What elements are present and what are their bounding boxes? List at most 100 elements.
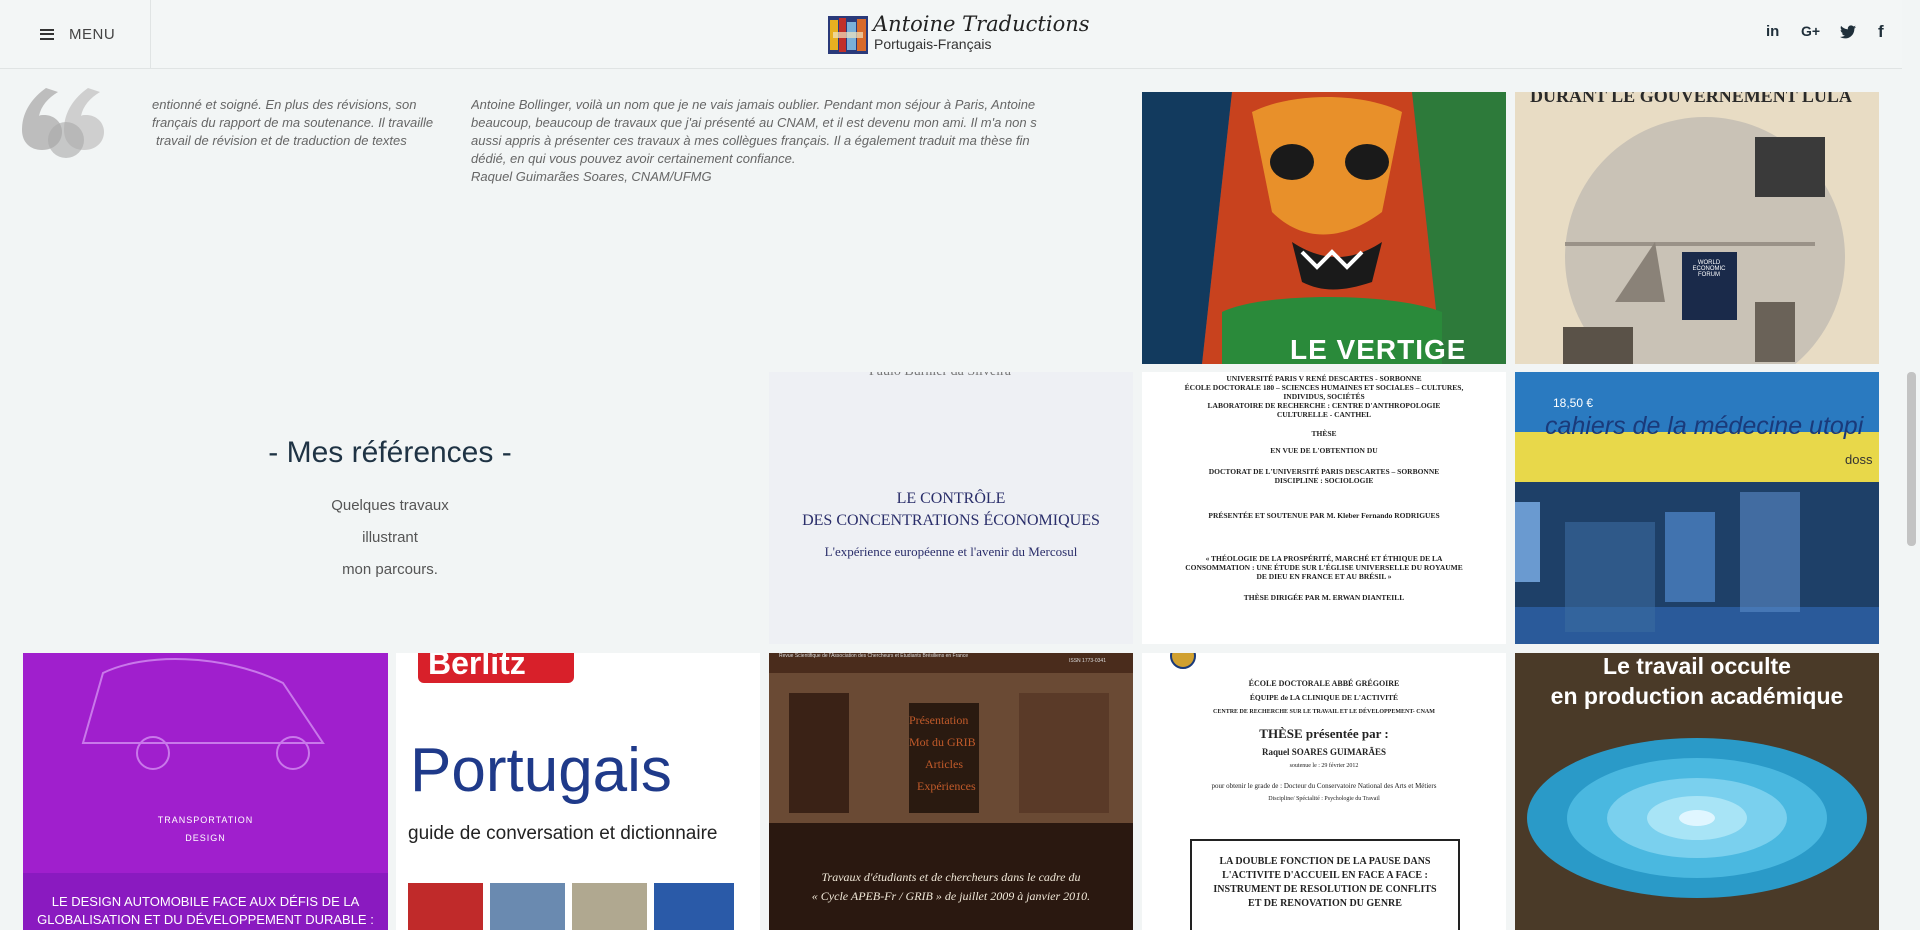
twitter-icon[interactable] bbox=[1840, 25, 1856, 39]
cahiers-tag: doss bbox=[1845, 452, 1873, 467]
these-box-line: LA DOUBLE FONCTION DE LA PAUSE DANS bbox=[1219, 856, 1431, 867]
travail-title: Le travail occulte en production académi… bbox=[1515, 653, 1879, 711]
these-line: CENTRE DE RECHERCHE SUR LE TRAVAIL ET LE… bbox=[1213, 709, 1435, 715]
testimonial-1: entionné et soigné. En plus des révision… bbox=[152, 96, 462, 156]
apeb-caption-line: Travaux d'étudiants et de chercheurs dan… bbox=[821, 870, 1081, 884]
reference-tile-cahiers[interactable]: 18,50 € cahiers de la médecine utopi dos… bbox=[1515, 372, 1879, 644]
design-label-line: DESIGN bbox=[185, 833, 226, 843]
these-line: CONSOMMATION : UNE ÉTUDE SUR L'ÉGLISE UN… bbox=[1185, 563, 1463, 572]
these-line: PRÉSENTÉE ET SOUTENUE PAR M. Kleber Fern… bbox=[1208, 511, 1440, 520]
these-box-line: L'ACTIVITE D'ACCUEIL EN FACE A FACE : bbox=[1222, 870, 1428, 881]
these-line: LABORATOIRE DE RECHERCHE : CENTRE D'ANTH… bbox=[1207, 401, 1441, 410]
reference-tile-berlitz[interactable]: Berlitz Portugais guide de conversation … bbox=[396, 653, 760, 930]
menu-label: MENU bbox=[69, 25, 116, 43]
apeb-header: Revue Scientifique de l'Association des … bbox=[779, 653, 969, 659]
these-line: DOCTORAT DE L'UNIVERSITÉ PARIS DESCARTES… bbox=[1208, 467, 1440, 476]
linkedin-icon[interactable]: in bbox=[1766, 23, 1779, 40]
testimonial-line: entionné et soigné. En plus des révision… bbox=[152, 97, 417, 112]
testimonial-line: Antoine Bollinger, voilà un nom que je n… bbox=[471, 97, 1036, 112]
these-line: EN VUE DE L'OBTENTION DU bbox=[1270, 446, 1378, 455]
apeb-issn: ISSN 1773-0341 bbox=[1069, 658, 1106, 664]
these-guimaraes-box: LA DOUBLE FONCTION DE LA PAUSE DANS L'AC… bbox=[1190, 839, 1460, 930]
design-cover-image bbox=[23, 653, 388, 930]
lula-cover-image bbox=[1515, 92, 1879, 364]
page-scrollbar[interactable] bbox=[1902, 0, 1920, 930]
travail-title-line: Le travail occulte bbox=[1603, 653, 1791, 679]
testimonial-line: travail de révision et de traduction de … bbox=[156, 133, 407, 148]
these-line: CULTURELLE - CANTHEL bbox=[1276, 410, 1372, 419]
apeb-menu: Présentation Mot du GRIB Articles Expéri… bbox=[909, 709, 976, 797]
controle-title-line: DES CONCENTRATIONS ÉCONOMIQUES bbox=[802, 512, 1100, 529]
these-box-line: ET DE RENOVATION DU GENRE bbox=[1248, 898, 1402, 909]
apeb-menu-item[interactable]: Présentation bbox=[909, 709, 976, 731]
references-description: Quelques travaux illustrant mon parcours… bbox=[290, 490, 490, 586]
testimonial-line: français du rapport de ma soutenance. Il… bbox=[152, 115, 434, 130]
controle-title: LE CONTRÔLE DES CONCENTRATIONS ÉCONOMIQU… bbox=[769, 488, 1133, 532]
reference-tile-these-rodrigues[interactable]: UNIVERSITÉ PARIS V RENÉ DESCARTES - SORB… bbox=[1142, 372, 1506, 644]
berlitz-title: Portugais bbox=[410, 736, 672, 805]
hamburger-icon bbox=[40, 28, 54, 40]
these-line: UNIVERSITÉ PARIS V RENÉ DESCARTES - SORB… bbox=[1226, 374, 1422, 383]
scrollbar-thumb[interactable] bbox=[1907, 372, 1916, 546]
site-logo[interactable]: Antoine Traductions Portugais-Français bbox=[828, 12, 1090, 58]
reference-tile-design[interactable]: TRANSPORTATION DESIGN LE DESIGN AUTOMOBI… bbox=[23, 653, 388, 930]
design-caption: LE DESIGN AUTOMOBILE FACE AUX DÉFIS DE L… bbox=[23, 893, 388, 929]
apeb-caption: Travaux d'étudiants et de chercheurs dan… bbox=[769, 868, 1133, 906]
controle-title-line: LE CONTRÔLE bbox=[896, 490, 1006, 507]
references-description-line: Quelques travaux bbox=[331, 497, 449, 514]
brand-tagline: Portugais-Français bbox=[874, 36, 992, 52]
design-label: TRANSPORTATION DESIGN bbox=[23, 811, 388, 847]
quote-icon bbox=[22, 88, 104, 158]
apeb-menu-item[interactable]: Expériences bbox=[909, 775, 976, 797]
these-rodrigues-text: UNIVERSITÉ PARIS V RENÉ DESCARTES - SORB… bbox=[1142, 374, 1506, 602]
these-line: Discipline/ Spécialité : Psychologie du … bbox=[1268, 796, 1380, 802]
these-line: ÉCOLE DOCTORALE 180 – SCIENCES HUMAINES … bbox=[1184, 383, 1464, 392]
apeb-menu-item[interactable]: Mot du GRIB bbox=[909, 731, 976, 753]
controle-subtitle: L'expérience européenne et l'avenir du M… bbox=[824, 544, 1078, 559]
these-guimaraes-text: ÉCOLE DOCTORALE ABBÉ GRÉGOIRE ÉQUIPE de … bbox=[1142, 677, 1506, 805]
references-title: - Mes références - bbox=[268, 436, 512, 469]
design-label-line: TRANSPORTATION bbox=[157, 815, 254, 825]
these-line: « THÉOLOGIE DE LA PROSPÉRITÉ, MARCHÉ ET … bbox=[1205, 554, 1443, 563]
logo-mark-icon bbox=[828, 16, 868, 54]
berlitz-subtitle: guide de conversation et dictionnaire bbox=[408, 823, 718, 844]
google-plus-icon[interactable]: G+ bbox=[1801, 23, 1820, 39]
reference-tile-apeb[interactable]: Revue Scientifique de l'Association des … bbox=[769, 653, 1133, 930]
testimonial-2: Antoine Bollinger, voilà un nom que je n… bbox=[471, 96, 1086, 196]
reference-tile-these-guimaraes[interactable]: ÉCOLE DOCTORALE ABBÉ GRÉGOIRE ÉQUIPE de … bbox=[1142, 653, 1506, 930]
these-line: THÈSE présentée par : bbox=[1259, 726, 1389, 741]
menu-button[interactable]: MENU bbox=[0, 0, 151, 68]
these-line: soutenue le : 29 février 2012 bbox=[1289, 763, 1359, 769]
these-line: THÈSE bbox=[1311, 429, 1337, 438]
these-line: DE DIEU EN FRANCE ET AU BRÉSIL » bbox=[1256, 572, 1392, 581]
design-caption-line: LE DESIGN AUTOMOBILE FACE AUX DÉFIS DE L… bbox=[51, 894, 360, 909]
these-line: DISCIPLINE : SOCIOLOGIE bbox=[1274, 476, 1374, 485]
these-box-line: INSTRUMENT DE RESOLUTION DE CONFLITS bbox=[1213, 884, 1437, 895]
these-line: ÉQUIPE de LA CLINIQUE DE L'ACTIVITÉ bbox=[1249, 693, 1399, 702]
vertige-artwork-image bbox=[1142, 92, 1506, 364]
reference-tile-vertige[interactable]: LE VERTIGE bbox=[1142, 92, 1506, 364]
testimonial-line: dédié, en qui vous pouvez avoir certaine… bbox=[471, 151, 796, 166]
testimonial-author: Raquel Guimarães Soares, CNAM/UFMG bbox=[471, 169, 712, 184]
cahiers-title: cahiers de la médecine utopi bbox=[1545, 412, 1864, 440]
reference-tile-travail[interactable]: Le travail occulte en production académi… bbox=[1515, 653, 1879, 930]
these-line: Raquel SOARES GUIMARÃES bbox=[1261, 747, 1387, 757]
apeb-menu-item[interactable]: Articles bbox=[909, 753, 976, 775]
travail-title-line: en production académique bbox=[1550, 683, 1844, 709]
reference-tile-controle[interactable]: Paulo Burnier da Silveira LE CONTRÔLE DE… bbox=[769, 372, 1133, 644]
facebook-icon[interactable]: f bbox=[1878, 22, 1884, 42]
controle-author: Paulo Burnier da Silveira bbox=[869, 372, 1011, 380]
reference-tile-lula[interactable]: DURANT LE GOUVERNEMENT LULA WORLD ECONOM… bbox=[1515, 92, 1879, 364]
references-description-line: illustrant bbox=[362, 529, 418, 546]
testimonial-line: aussi appris à présenter ces travaux à m… bbox=[471, 133, 1030, 148]
design-caption-line: GLOBALISATION ET DU DÉVELOPPEMENT DURABL… bbox=[37, 912, 374, 927]
these-line: ÉCOLE DOCTORALE ABBÉ GRÉGOIRE bbox=[1248, 679, 1400, 688]
cnam-seal-icon bbox=[1170, 653, 1196, 669]
berlitz-photo-strip-image bbox=[408, 883, 734, 930]
these-line: INDIVIDUS, SOCIÉTÉS bbox=[1283, 392, 1365, 401]
lula-badge: WORLD ECONOMIC FORUM bbox=[1692, 260, 1726, 278]
testimonial-line: beaucoup, beaucoup de travaux que j'ai p… bbox=[471, 115, 1037, 130]
vertige-title: LE VERTIGE bbox=[1290, 334, 1467, 364]
brand-name: Antoine Traductions bbox=[873, 12, 1090, 36]
references-description-line: mon parcours. bbox=[342, 561, 438, 578]
